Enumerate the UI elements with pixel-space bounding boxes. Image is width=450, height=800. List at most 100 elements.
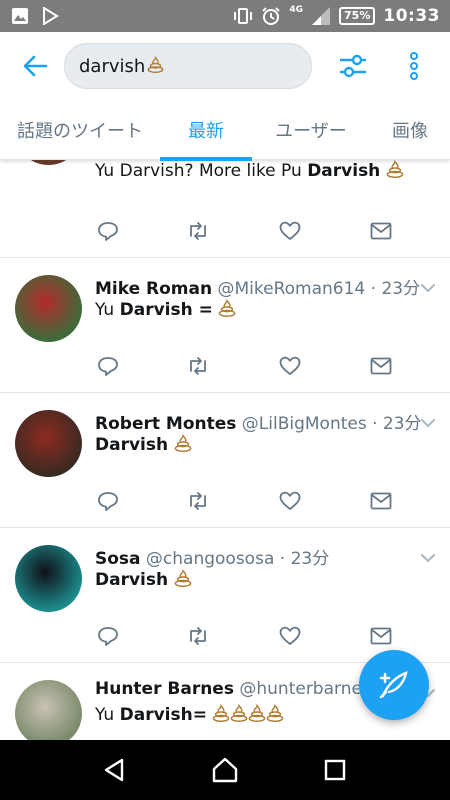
reply-icon	[98, 627, 118, 646]
tweet-menu-caret[interactable]	[418, 413, 438, 433]
avatar[interactable]	[15, 160, 82, 165]
tweet-text: Yu Darvish=	[95, 704, 284, 727]
tweet-time: 23分	[382, 414, 422, 434]
battery-level: 75%	[339, 7, 376, 25]
play-store-icon	[40, 6, 60, 26]
like-button[interactable]	[277, 219, 303, 243]
tweet-text-part: Yu	[95, 705, 120, 725]
retweet-button[interactable]	[185, 354, 211, 378]
avatar[interactable]	[15, 275, 82, 342]
retweet-icon	[190, 222, 206, 240]
nav-home-button[interactable]	[200, 745, 250, 795]
signal-icon	[311, 6, 331, 26]
envelope-icon	[370, 357, 392, 375]
image-icon	[10, 6, 30, 26]
reply-icon	[98, 222, 118, 241]
envelope-icon	[370, 627, 392, 645]
tab-top-tweets[interactable]: 話題のツイート	[0, 100, 160, 160]
retweet-button[interactable]	[185, 489, 211, 513]
tweet-header: Mike Roman @MikeRoman614 · 23分	[95, 274, 420, 299]
filter-button[interactable]	[328, 41, 378, 91]
tweet-item[interactable]: Mike Roman @MikeRoman614 · 23分 Yu Darvish…	[0, 258, 450, 393]
separator-dot: ·	[365, 279, 382, 299]
reply-button[interactable]	[95, 489, 121, 513]
search-app-bar: darvish	[0, 32, 450, 100]
nav-back-button[interactable]	[90, 745, 140, 795]
tweet-item[interactable]: Yu Darvish? More like Pu Darvish	[0, 160, 450, 258]
tweet-actions	[95, 624, 405, 648]
retweet-button[interactable]	[185, 624, 211, 648]
search-query: darvish	[79, 55, 146, 77]
tweet-time: 23分	[290, 549, 330, 569]
user-handle[interactable]: @LilBigMontes	[242, 414, 367, 434]
tweet-text: Yu Darvish =	[95, 299, 236, 322]
more-vertical-icon	[410, 52, 418, 80]
tab-latest[interactable]: 最新	[160, 100, 252, 161]
reply-button[interactable]	[95, 219, 121, 243]
nav-recents-button[interactable]	[310, 745, 360, 795]
pile-of-poo-emoji	[212, 704, 230, 727]
reply-button[interactable]	[95, 354, 121, 378]
direct-message-button[interactable]	[368, 219, 394, 243]
status-bar: 4G 75% 10:33	[0, 0, 450, 32]
heart-icon	[279, 356, 301, 375]
direct-message-button[interactable]	[368, 354, 394, 378]
recents-square-icon	[324, 759, 346, 781]
like-button[interactable]	[277, 489, 303, 513]
tweet-menu-caret[interactable]	[418, 278, 438, 298]
tweet-actions	[95, 489, 405, 513]
pile-of-poo-emoji	[174, 569, 192, 592]
direct-message-button[interactable]	[368, 624, 394, 648]
pile-of-poo-emoji	[230, 704, 248, 727]
tweet-text-part: Yu Darvish? More like Pu	[95, 161, 308, 181]
retweet-icon	[190, 492, 206, 510]
pile-of-poo-emoji	[147, 55, 164, 77]
avatar[interactable]	[15, 410, 82, 477]
like-button[interactable]	[277, 624, 303, 648]
pile-of-poo-emoji	[174, 434, 192, 457]
heart-icon	[279, 221, 301, 240]
display-name[interactable]: Sosa	[95, 549, 141, 569]
pile-of-poo-emoji	[218, 299, 236, 322]
retweet-button[interactable]	[185, 219, 211, 243]
tweet-item[interactable]: Sosa @changoososa · 23分 Darvish	[0, 528, 450, 663]
avatar[interactable]	[15, 680, 82, 740]
compose-tweet-button[interactable]	[359, 650, 429, 720]
search-match: Darvish=	[119, 705, 207, 725]
envelope-icon	[370, 222, 392, 240]
clock: 10:33	[383, 6, 440, 26]
search-tabs: 話題のツイート 最新 ユーザー 画像	[0, 100, 450, 161]
search-match: Darvish	[95, 435, 169, 455]
vibrate-icon	[233, 6, 253, 26]
like-button[interactable]	[277, 354, 303, 378]
separator-dot: ·	[274, 549, 291, 569]
tweet-text-part: Yu	[95, 300, 120, 320]
display-name[interactable]: Hunter Barnes	[95, 679, 234, 699]
tweet-text: Yu Darvish? More like Pu Darvish	[95, 160, 404, 183]
separator-dot: ·	[366, 414, 383, 434]
tab-users[interactable]: ユーザー	[252, 100, 370, 160]
pile-of-poo-emoji	[266, 704, 284, 727]
heart-icon	[279, 626, 301, 645]
pile-of-poo-emoji	[248, 704, 266, 727]
display-name[interactable]: Mike Roman	[95, 279, 212, 299]
envelope-icon	[370, 492, 392, 510]
tab-images[interactable]: 画像	[370, 100, 450, 160]
triangle-back-icon	[104, 758, 124, 782]
user-handle[interactable]: @hunterbarne…	[239, 679, 379, 699]
pile-of-poo-emoji	[386, 160, 404, 183]
avatar[interactable]	[15, 545, 82, 612]
reply-button[interactable]	[95, 624, 121, 648]
back-button[interactable]	[6, 37, 64, 95]
tweet-menu-caret[interactable]	[418, 548, 438, 568]
tweet-actions	[95, 219, 405, 243]
user-handle[interactable]: @changoososa	[146, 549, 274, 569]
user-handle[interactable]: @MikeRoman614	[218, 279, 366, 299]
retweet-icon	[190, 357, 206, 375]
direct-message-button[interactable]	[368, 489, 394, 513]
search-input[interactable]: darvish	[64, 43, 312, 89]
tweet-item[interactable]: Robert Montes @LilBigMontes · 23分 Darvish	[0, 393, 450, 528]
display-name[interactable]: Robert Montes	[95, 414, 236, 434]
overflow-menu-button[interactable]	[392, 41, 436, 91]
alarm-icon	[261, 6, 281, 26]
